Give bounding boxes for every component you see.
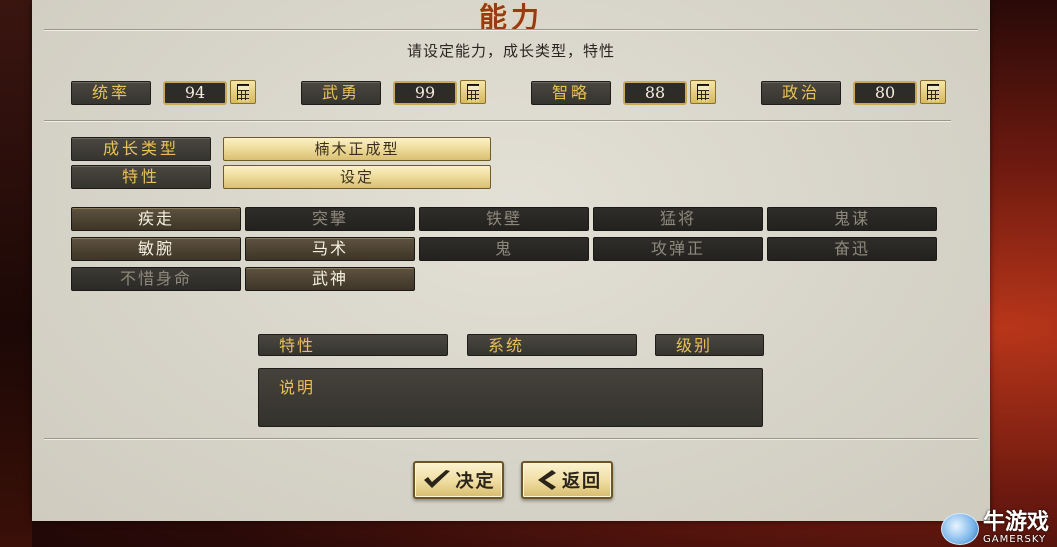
skill-button[interactable]: 敏腕 bbox=[71, 237, 241, 261]
trait-label: 特性 bbox=[71, 165, 211, 189]
calculator-icon[interactable] bbox=[230, 80, 256, 104]
ability-dialog: 能力 请设定能力，成长类型，特性 统率 94 武勇 99 智略 88 政治 80… bbox=[32, 0, 990, 521]
growth-type-label: 成长类型 bbox=[71, 137, 211, 161]
stat-value-valor[interactable]: 99 bbox=[393, 81, 457, 105]
confirm-label: 决定 bbox=[455, 471, 496, 492]
stat-label-valor: 武勇 bbox=[301, 81, 381, 105]
skill-button[interactable]: 奋迅 bbox=[767, 237, 937, 261]
growth-type-selector[interactable]: 楠木正成型 bbox=[223, 137, 491, 161]
divider-stats bbox=[44, 120, 951, 121]
stat-label-command: 统率 bbox=[71, 81, 151, 105]
stat-label-strategy: 智略 bbox=[531, 81, 611, 105]
calculator-icon[interactable] bbox=[690, 80, 716, 104]
description-box: 说明 bbox=[258, 368, 763, 427]
back-button[interactable]: 返回 bbox=[521, 461, 613, 499]
back-label: 返回 bbox=[562, 471, 602, 492]
skill-button[interactable]: 攻弹正 bbox=[593, 237, 763, 261]
calculator-icon[interactable] bbox=[460, 80, 486, 104]
skill-button[interactable]: 猛将 bbox=[593, 207, 763, 231]
calculator-icon[interactable] bbox=[920, 80, 946, 104]
stat-value-command[interactable]: 94 bbox=[163, 81, 227, 105]
skill-button[interactable]: 鬼 bbox=[419, 237, 589, 261]
system-info-header: 系统 bbox=[467, 334, 637, 356]
skill-button[interactable]: 不惜身命 bbox=[71, 267, 241, 291]
stat-label-politics: 政治 bbox=[761, 81, 841, 105]
description-label: 说明 bbox=[279, 378, 316, 397]
confirm-button[interactable]: 决定 bbox=[413, 461, 504, 499]
watermark: 牛游戏 GAMERSKY bbox=[940, 510, 1049, 545]
trait-info-header: 特性 bbox=[258, 334, 448, 356]
skill-button[interactable]: 铁壁 bbox=[419, 207, 589, 231]
watermark-subtext: GAMERSKY bbox=[982, 534, 1047, 545]
stat-value-politics[interactable]: 80 bbox=[853, 81, 917, 105]
back-arrow-icon bbox=[532, 468, 558, 492]
trait-set-button[interactable]: 设定 bbox=[223, 165, 491, 189]
dialog-title: 能力 bbox=[478, 1, 543, 34]
skill-button[interactable]: 马术 bbox=[245, 237, 415, 261]
skill-button[interactable]: 武神 bbox=[245, 267, 415, 291]
skill-button[interactable]: 突撃 bbox=[245, 207, 415, 231]
rank-info-header: 级别 bbox=[655, 334, 764, 356]
skill-button[interactable]: 疾走 bbox=[71, 207, 241, 231]
divider-top bbox=[44, 29, 978, 30]
check-icon bbox=[422, 468, 452, 492]
stat-value-strategy[interactable]: 88 bbox=[623, 81, 687, 105]
dialog-subtitle: 请设定能力，成长类型，特性 bbox=[406, 42, 615, 60]
watermark-text: 牛游戏 bbox=[982, 510, 1049, 535]
background-left bbox=[0, 0, 32, 547]
skill-button[interactable]: 鬼谋 bbox=[767, 207, 937, 231]
watermark-logo-icon bbox=[940, 512, 979, 545]
divider-bottom bbox=[44, 438, 978, 439]
